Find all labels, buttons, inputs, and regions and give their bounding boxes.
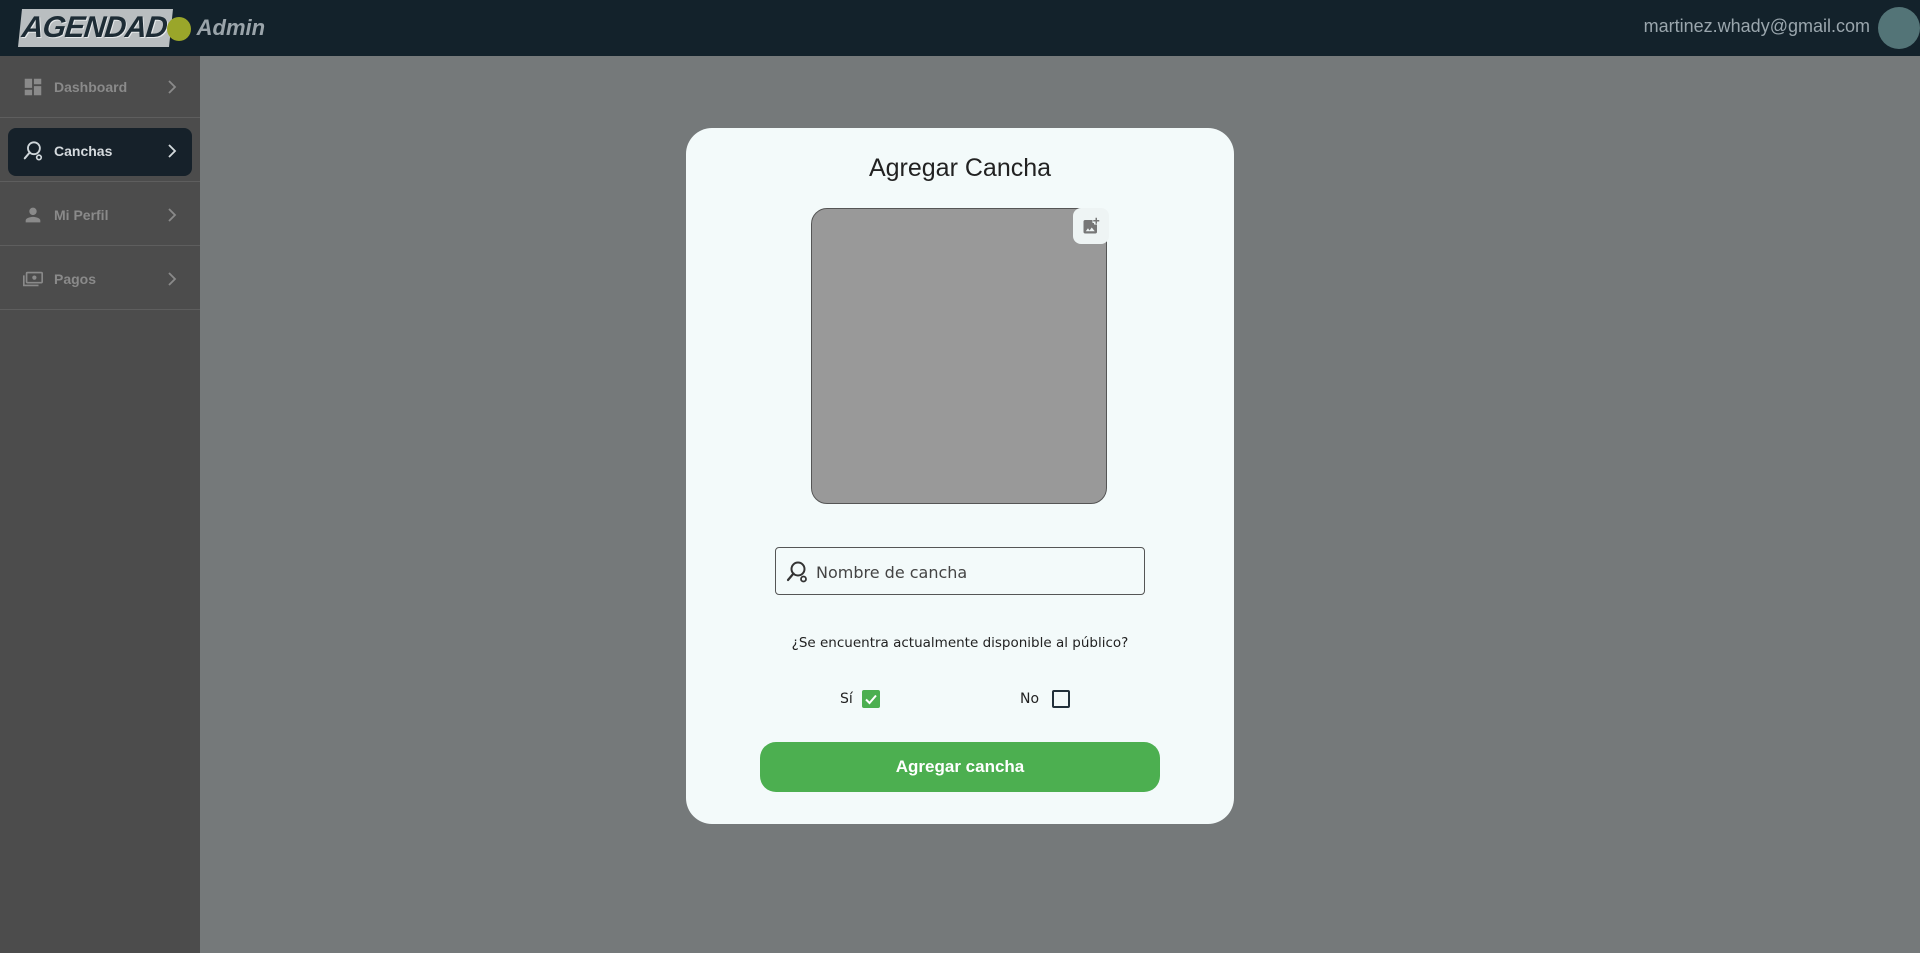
option-no-checkbox[interactable] [1052,690,1070,708]
field-search-icon [786,561,807,583]
option-yes-label: Sí [840,691,853,707]
chevron-right-icon [168,143,177,158]
sidebar-item-mi-perfil[interactable]: Mi Perfil [0,184,200,246]
app-logo[interactable]: AGENDAD Admin [18,9,266,47]
top-bar: AGENDAD Admin martinez.whady@gmail.com [0,0,1920,56]
add-field-modal: Agregar Cancha ¿Se encuentra actualmente… [686,128,1234,824]
chevron-right-icon [168,207,177,222]
modal-title: Agregar Cancha [868,154,1052,182]
avatar[interactable] [1878,7,1920,49]
chevron-right-icon [168,271,177,286]
add-field-button[interactable]: Agregar cancha [760,742,1160,792]
sidebar-item-label: Dashboard [54,78,128,95]
field-name-input[interactable] [814,548,1138,596]
checkmark-icon [865,694,877,705]
field-search-icon [23,140,43,161]
sidebar-item-dashboard[interactable]: Dashboard [0,56,200,118]
sidebar: Dashboard Canchas Mi Perfil Pagos [0,56,200,953]
chevron-right-icon [168,79,177,94]
sidebar-item-canchas[interactable]: Canchas [0,120,200,182]
payments-icon [23,271,43,286]
option-no-label: No [1020,691,1040,707]
sidebar-item-label: Canchas [54,142,113,159]
add-image-button[interactable] [1073,208,1109,244]
image-preview[interactable] [811,208,1107,504]
option-yes-checkbox[interactable] [862,690,880,708]
logo-ball-icon [166,17,191,41]
add-photo-icon [1083,217,1100,234]
sidebar-item-label: Mi Perfil [54,206,109,223]
logo-admin-label: Admin [196,15,266,40]
sidebar-item-label: Pagos [54,270,97,287]
sidebar-item-pagos[interactable]: Pagos [0,248,200,310]
logo-wordmark: AGENDAD [18,9,173,47]
person-icon [25,207,41,222]
availability-question: ¿Se encuentra actualmente disponible al … [791,635,1129,651]
dashboard-icon [24,78,42,95]
field-name-input-wrapper[interactable] [775,547,1145,596]
user-email[interactable]: martinez.whady@gmail.com [1644,16,1870,37]
